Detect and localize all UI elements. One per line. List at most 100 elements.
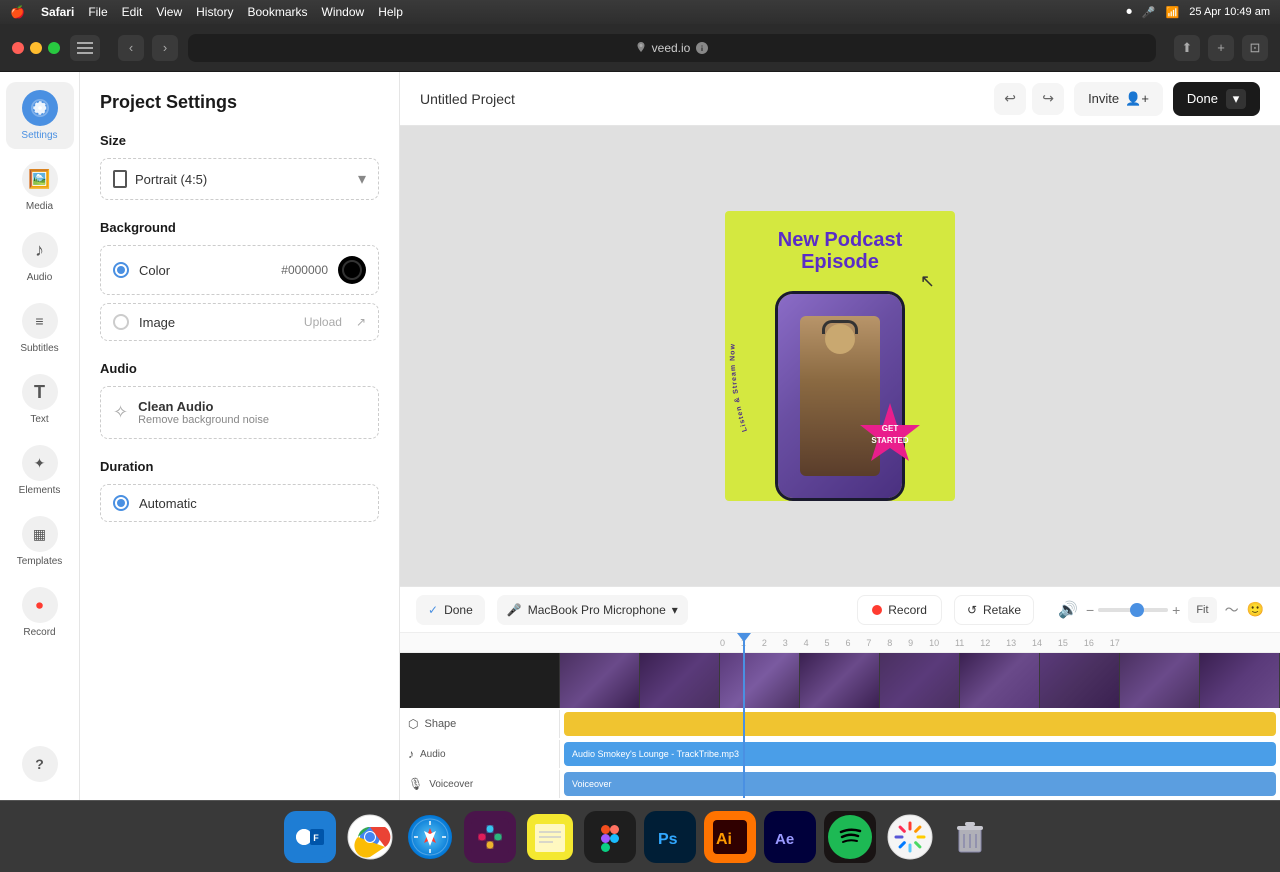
timeline-done-label: Done (444, 603, 473, 617)
dock-after-effects[interactable]: Ae (764, 811, 816, 863)
retake-button[interactable]: ↺ Retake (954, 595, 1034, 625)
emoji-icon[interactable]: 🙂 (1247, 601, 1264, 618)
templates-label: Templates (17, 556, 63, 567)
record-button[interactable]: Record (857, 595, 942, 625)
color-radio-button[interactable] (113, 262, 129, 278)
text-icon: T (22, 374, 58, 410)
clean-audio-card[interactable]: ✧ Clean Audio Remove background noise (100, 386, 379, 439)
subtitles-label: Subtitles (20, 343, 58, 354)
sidebar-item-audio[interactable]: ♪ Audio (6, 224, 74, 291)
sidebar-item-subtitles[interactable]: ≡ Subtitles (6, 295, 74, 362)
menu-safari[interactable]: Safari (41, 5, 74, 19)
settings-panel: Project Settings Size Portrait (4:5) ▾ B… (80, 72, 400, 800)
sidebar-item-media[interactable]: 🖼️ Media (6, 153, 74, 220)
record-label: Record (23, 627, 55, 638)
fit-button[interactable]: Fit (1188, 597, 1216, 623)
audio-section-label: Audio (100, 361, 379, 376)
menu-bookmarks[interactable]: Bookmarks (247, 5, 307, 19)
dock-trash[interactable] (944, 811, 996, 863)
address-bar[interactable]: veed.io (188, 34, 1156, 62)
timeline-area: ✓ Done 🎤 MacBook Pro Microphone ▾ Record… (400, 586, 1280, 800)
size-dropdown[interactable]: Portrait (4:5) ▾ (100, 158, 379, 200)
minimize-window-button[interactable] (30, 42, 42, 54)
new-tab-button[interactable]: + (1208, 35, 1234, 61)
split-view-button[interactable]: ⊡ (1242, 35, 1268, 61)
undo-button[interactable]: ↩ (994, 83, 1026, 115)
sidebar-item-elements[interactable]: ✦ Elements (6, 437, 74, 504)
sidebar-item-help[interactable]: ? (6, 738, 74, 790)
invite-button[interactable]: Invite 👤+ (1074, 82, 1163, 116)
elements-icon: ✦ (22, 445, 58, 481)
menu-window[interactable]: Window (322, 5, 365, 19)
auto-duration-option[interactable]: Automatic (100, 484, 379, 522)
menubar-wifi-icon: 📶 (1166, 6, 1180, 19)
background-label: Background (100, 220, 379, 235)
menu-file[interactable]: File (88, 5, 107, 19)
done-button[interactable]: Done ▾ (1173, 82, 1260, 116)
forward-button[interactable]: › (152, 35, 178, 61)
dock-spotify[interactable] (824, 811, 876, 863)
cursor-icon: ↖ (920, 271, 935, 292)
shape-track-row: ⬡ Shape (400, 710, 1280, 738)
mic-selector[interactable]: 🎤 MacBook Pro Microphone ▾ (497, 595, 688, 625)
apple-menu[interactable]: 🍎 (10, 5, 25, 19)
audio-icon: ♪ (22, 232, 58, 268)
sparkle-icon: ✧ (113, 402, 128, 423)
menu-help[interactable]: Help (378, 5, 403, 19)
audio-label: Audio (27, 272, 53, 283)
settings-icon (22, 90, 58, 126)
zoom-slider[interactable]: − + (1086, 602, 1180, 618)
timeline-done-button[interactable]: ✓ Done (416, 595, 485, 625)
dock: F Ps Ai Ae (0, 800, 1280, 872)
dock-photoshop[interactable]: Ps (644, 811, 696, 863)
dock-finder[interactable]: F (284, 811, 336, 863)
dock-slack[interactable] (464, 811, 516, 863)
sidebar-item-settings[interactable]: Settings (6, 82, 74, 149)
svg-text:STARTED: STARTED (871, 436, 908, 445)
poster-canvas[interactable]: Listen & Stream Now New Podcast Episode (725, 211, 955, 501)
dock-notes[interactable] (524, 811, 576, 863)
volume-icon[interactable]: 🔊 (1058, 600, 1078, 620)
dock-chrome[interactable] (344, 811, 396, 863)
dock-safari[interactable] (404, 811, 456, 863)
upload-button[interactable]: Upload (304, 315, 342, 329)
share-button[interactable]: ⬆ (1174, 35, 1200, 61)
mic-label: MacBook Pro Microphone (528, 603, 666, 617)
record-button-label: Record (888, 603, 927, 617)
color-option-label: Color (139, 263, 271, 278)
svg-text:F: F (313, 833, 319, 843)
curved-text-svg: Listen & Stream Now (717, 251, 777, 451)
sidebar-toggle-button[interactable] (70, 35, 100, 61)
project-title[interactable]: Untitled Project (420, 91, 984, 107)
automatic-radio-button[interactable] (113, 495, 129, 511)
sidebar-item-text[interactable]: T Text (6, 366, 74, 433)
dock-figma[interactable] (584, 811, 636, 863)
svg-text:GET: GET (882, 424, 899, 433)
zoom-track (1098, 608, 1168, 612)
back-button[interactable]: ‹ (118, 35, 144, 61)
zoom-out-icon[interactable]: − (1086, 602, 1094, 618)
waveform-icon[interactable]: 〜 (1225, 600, 1239, 620)
image-radio-button[interactable] (113, 314, 129, 330)
portrait-icon (113, 170, 127, 188)
zoom-in-icon[interactable]: + (1172, 602, 1180, 618)
menu-edit[interactable]: Edit (122, 5, 143, 19)
record-dot-icon (872, 605, 882, 615)
close-window-button[interactable] (12, 42, 24, 54)
shape-track-content (560, 710, 1280, 738)
bg-image-option[interactable]: Image Upload ↗ (100, 303, 379, 341)
dock-photos[interactable] (884, 811, 936, 863)
color-swatch-button[interactable] (338, 256, 366, 284)
menu-view[interactable]: View (156, 5, 182, 19)
media-icon: 🖼️ (22, 161, 58, 197)
timeline-ruler: 012345 67891011 121314151617 (400, 633, 1280, 653)
dock-illustrator[interactable]: Ai (704, 811, 756, 863)
menu-history[interactable]: History (196, 5, 233, 19)
sidebar-item-templates[interactable]: ▦ Templates (6, 508, 74, 575)
upload-icon: ↗ (356, 315, 366, 329)
redo-button[interactable]: ↪ (1032, 83, 1064, 115)
canvas-area: Listen & Stream Now New Podcast Episode (400, 126, 1280, 586)
bg-color-option[interactable]: Color #000000 (100, 245, 379, 295)
sidebar-item-record[interactable]: ⏺ Record (6, 579, 74, 646)
maximize-window-button[interactable] (48, 42, 60, 54)
